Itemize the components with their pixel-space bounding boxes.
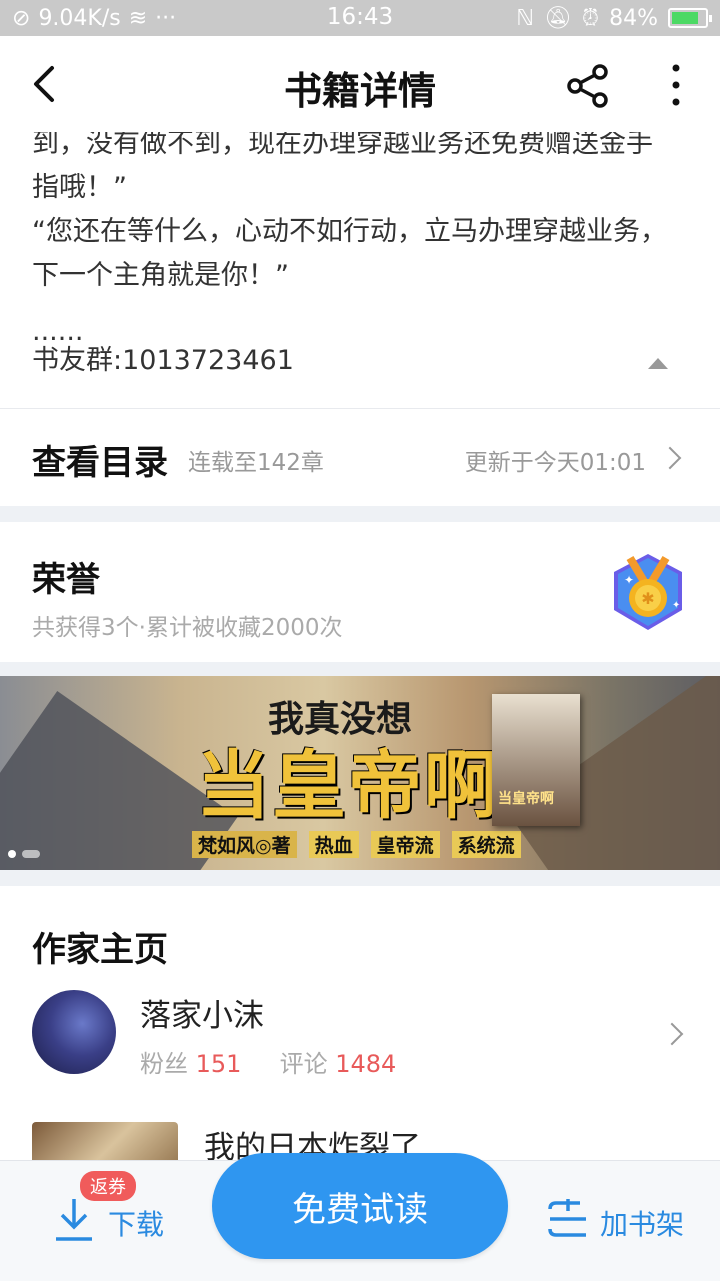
author-name[interactable]: 落家小沫 bbox=[140, 990, 264, 1035]
reader-group-number: 书友群:1013723461 bbox=[32, 345, 294, 376]
banner-tag: 热血 bbox=[308, 830, 359, 858]
synopsis-line: “您还在等什么，心动不如行动，立马办理穿越业务， bbox=[32, 216, 667, 247]
comments-count: 1484 bbox=[335, 1050, 397, 1078]
author-stats: 粉丝 151 评论 1484 bbox=[140, 1044, 396, 1079]
download-icon[interactable] bbox=[54, 1195, 94, 1243]
bottom-action-bar: 下载 返券 免费试读 加书架 bbox=[0, 1153, 720, 1281]
clock: 16:43 bbox=[326, 4, 394, 30]
status-bar: ⊘ 9.04K/s ≋ ··· 16:43 ℕ 🔕︎ ⏰︎ 84% bbox=[0, 0, 720, 36]
free-read-button[interactable]: 免费试读 bbox=[212, 1153, 508, 1259]
svg-text:✦: ✦ bbox=[672, 600, 680, 611]
medal-icon[interactable]: ✱ ✦ ✦ bbox=[606, 550, 690, 636]
synopsis-line: 下一个主角就是你！” bbox=[32, 260, 289, 291]
update-time: 更新于今天01:01 bbox=[464, 450, 646, 476]
synopsis-line: 指哦！” bbox=[32, 172, 127, 203]
share-icon[interactable] bbox=[566, 64, 610, 108]
banner-tag: 皇帝流 bbox=[370, 830, 440, 858]
banner-cover-title: 当皇帝啊 bbox=[498, 791, 554, 807]
svg-text:✦: ✦ bbox=[624, 573, 634, 587]
chevron-right-icon[interactable] bbox=[660, 1022, 684, 1046]
add-to-shelf-icon[interactable] bbox=[546, 1199, 590, 1239]
carousel-dot bbox=[22, 850, 40, 858]
banner-title: 当皇帝啊 bbox=[196, 743, 500, 829]
page-title: 书籍详情 bbox=[283, 68, 436, 113]
fans-count: 151 bbox=[195, 1050, 242, 1078]
banner-tag: 系统流 bbox=[451, 830, 521, 858]
carousel-indicator bbox=[8, 850, 40, 858]
fans-label: 粉丝 bbox=[140, 1050, 188, 1078]
top-app-bar: 书籍详情 bbox=[0, 36, 720, 132]
catalog-title: 查看目录 bbox=[32, 443, 168, 483]
author-section-title: 作家主页 bbox=[32, 930, 168, 970]
synopsis-line: 到，没有做不到，现在办理穿越业务还免费赠送金手 bbox=[32, 132, 653, 159]
chevron-right-icon bbox=[658, 446, 682, 470]
battery-icon bbox=[668, 8, 712, 28]
more-vertical-icon[interactable] bbox=[660, 62, 692, 108]
banner-author: 梵如风◎著 bbox=[192, 830, 297, 858]
banner-tags: 梵如风◎著 热血 皇帝流 系统流 bbox=[192, 830, 521, 858]
view-catalog-row[interactable]: 查看目录 连载至142章 更新于今天01:01 bbox=[0, 409, 720, 506]
svg-text:✱: ✱ bbox=[641, 589, 654, 608]
carousel-dot bbox=[8, 850, 16, 858]
book-synopsis: 到，没有做不到，现在办理穿越业务还免费赠送金手 指哦！” “您还在等什么，心动不… bbox=[0, 132, 720, 409]
honor-summary: 共获得3个·累计被收藏2000次 bbox=[32, 615, 343, 641]
honor-title: 荣誉 bbox=[32, 560, 100, 600]
author-avatar[interactable] bbox=[32, 990, 116, 1074]
download-button[interactable]: 下载 bbox=[108, 1203, 164, 1243]
comments-label: 评论 bbox=[279, 1050, 328, 1078]
add-to-shelf-button[interactable]: 加书架 bbox=[600, 1203, 684, 1243]
chapter-progress: 连载至142章 bbox=[188, 450, 324, 476]
coupon-badge: 返券 bbox=[80, 1171, 136, 1201]
collapse-arrow-icon[interactable] bbox=[648, 358, 668, 369]
